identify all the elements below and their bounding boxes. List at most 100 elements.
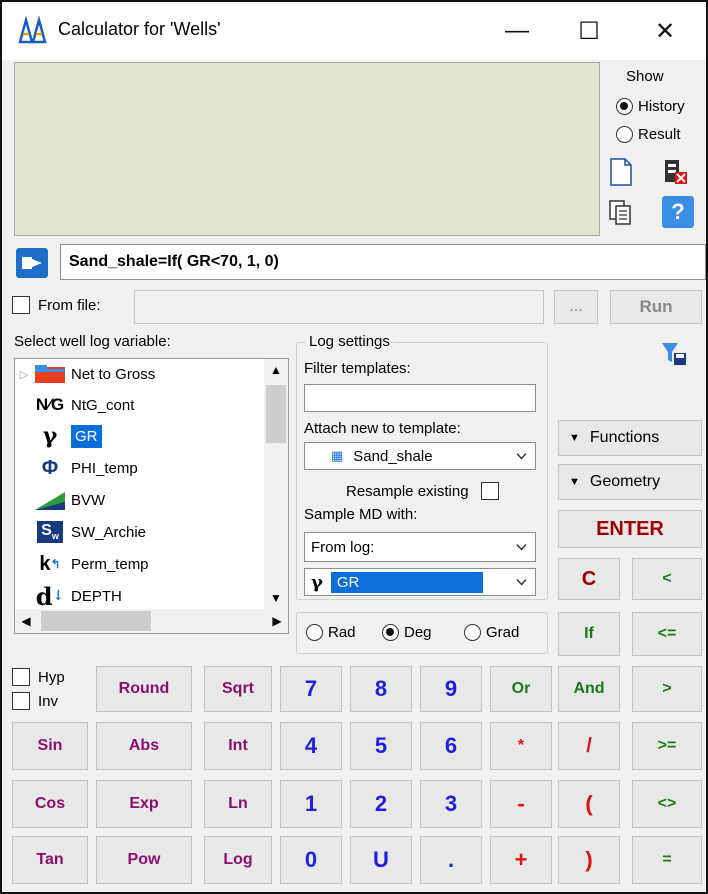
key-0[interactable]: 0 — [280, 836, 342, 884]
clear-button[interactable]: C — [558, 558, 620, 600]
result-radio[interactable]: Result — [616, 126, 681, 143]
from-file-checkbox[interactable]: From file: — [12, 296, 101, 314]
key-2[interactable]: 2 — [350, 780, 412, 828]
browse-button[interactable]: ... — [554, 290, 598, 324]
greater-equal-button[interactable]: >= — [632, 722, 702, 770]
minimize-button[interactable]: — — [490, 10, 544, 52]
tree-item-phi-temp[interactable]: Φ PHI_temp — [33, 453, 138, 483]
key-1[interactable]: 1 — [280, 780, 342, 828]
insert-formula-icon[interactable] — [16, 248, 48, 278]
resample-checkbox[interactable]: Resample existing — [346, 482, 499, 500]
grad-radio-dot[interactable] — [464, 624, 481, 641]
copy-icon[interactable] — [604, 196, 638, 230]
key-4[interactable]: 4 — [280, 722, 342, 770]
hyp-check[interactable] — [12, 668, 30, 686]
log-button[interactable]: Log — [204, 836, 272, 884]
log-select[interactable]: γ GR — [304, 568, 536, 596]
history-radio-dot[interactable] — [616, 98, 633, 115]
ln-button[interactable]: Ln — [204, 780, 272, 828]
right-paren-button[interactable]: ) — [558, 836, 620, 884]
scroll-up-icon[interactable]: ▲ — [264, 359, 288, 381]
attach-template-select[interactable]: ▦ Sand_shale — [304, 442, 536, 470]
geometry-dropdown[interactable]: ▼ Geometry — [558, 464, 702, 500]
filter-save-icon[interactable] — [658, 338, 690, 370]
deg-radio[interactable]: Deg — [382, 624, 432, 641]
less-equal-button[interactable]: <= — [632, 612, 702, 656]
key-9[interactable]: 9 — [420, 666, 482, 712]
tree-item-ntg-cont[interactable]: N⁄G NtG_cont — [33, 390, 135, 420]
tree-item-depth[interactable]: d ↓ DEPTH — [33, 581, 122, 611]
cos-button[interactable]: Cos — [12, 780, 88, 828]
tree-item-sw-archie[interactable]: Sw SW_Archie — [33, 517, 146, 547]
from-file-check[interactable] — [12, 296, 30, 314]
help-icon[interactable]: ? — [662, 196, 694, 228]
or-button[interactable]: Or — [490, 666, 552, 712]
left-paren-button[interactable]: ( — [558, 780, 620, 828]
maximize-button[interactable]: ☐ — [562, 10, 616, 52]
resample-check[interactable] — [480, 482, 499, 500]
rad-radio-dot[interactable] — [306, 624, 323, 641]
file-path-input[interactable] — [134, 290, 544, 324]
round-button[interactable]: Round — [96, 666, 192, 712]
key-5[interactable]: 5 — [350, 722, 412, 770]
clear-history-icon[interactable] — [658, 154, 692, 190]
sin-button[interactable]: Sin — [12, 722, 88, 770]
inv-check[interactable] — [12, 692, 30, 710]
functions-dropdown[interactable]: ▼ Functions — [558, 420, 702, 456]
not-equal-button[interactable]: <> — [632, 780, 702, 828]
tan-button[interactable]: Tan — [12, 836, 88, 884]
and-button[interactable]: And — [558, 666, 620, 712]
deg-radio-dot[interactable] — [382, 624, 399, 641]
undefined-button[interactable]: U — [350, 836, 412, 884]
key-7[interactable]: 7 — [280, 666, 342, 712]
tree-item-perm-temp[interactable]: k ↰ Perm_temp — [33, 549, 148, 579]
scroll-right-icon[interactable]: ▶ — [266, 609, 288, 633]
greater-than-button[interactable]: > — [632, 666, 702, 712]
vertical-scrollbar[interactable]: ▲ ▼ — [264, 359, 288, 609]
tree-item-gr[interactable]: γ GR — [33, 421, 102, 451]
key-8[interactable]: 8 — [350, 666, 412, 712]
equals-button[interactable]: = — [632, 836, 702, 884]
less-than-button[interactable]: < — [632, 558, 702, 600]
history-radio[interactable]: History — [616, 98, 685, 115]
decimal-button[interactable]: . — [420, 836, 482, 884]
scroll-left-icon[interactable]: ◀ — [15, 609, 37, 633]
exp-button[interactable]: Exp — [96, 780, 192, 828]
sample-md-select[interactable]: From log: — [304, 532, 536, 562]
geometry-label: Geometry — [589, 473, 661, 490]
template-icon: ▦ — [331, 448, 344, 463]
key-3[interactable]: 3 — [420, 780, 482, 828]
rad-radio[interactable]: Rad — [306, 624, 356, 641]
divide-button[interactable]: / — [558, 722, 620, 770]
deg-label: Deg — [404, 624, 432, 641]
multiply-button[interactable]: * — [490, 722, 552, 770]
key-6[interactable]: 6 — [420, 722, 482, 770]
sqrt-button[interactable]: Sqrt — [204, 666, 272, 712]
enter-button[interactable]: ENTER — [558, 510, 702, 548]
scroll-down-icon[interactable]: ▼ — [264, 587, 288, 609]
plus-button[interactable]: + — [490, 836, 552, 884]
result-radio-dot[interactable] — [616, 126, 633, 143]
hyp-checkbox[interactable]: Hyp — [12, 668, 65, 686]
tree-item-net-to-gross[interactable]: ▷ Net to Gross — [15, 359, 155, 389]
grad-radio[interactable]: Grad — [464, 624, 519, 641]
horizontal-scrollbar[interactable]: ◀ ▶ — [15, 609, 288, 633]
sample-md-value: From log: — [311, 538, 375, 556]
run-button[interactable]: Run — [610, 290, 702, 324]
abs-button[interactable]: Abs — [96, 722, 192, 770]
pow-button[interactable]: Pow — [96, 836, 192, 884]
if-button[interactable]: If — [558, 612, 620, 656]
new-document-icon[interactable] — [604, 154, 638, 190]
variable-tree[interactable]: ▷ Net to Gross N⁄G NtG_cont γ GR Φ PHI_t… — [14, 358, 289, 634]
close-button[interactable]: ✕ — [638, 10, 692, 52]
tree-item-bvw[interactable]: BVW — [33, 485, 105, 515]
hscroll-thumb[interactable] — [41, 611, 151, 631]
filter-templates-input[interactable] — [304, 384, 536, 412]
scroll-thumb[interactable] — [266, 385, 286, 443]
int-button[interactable]: Int — [204, 722, 272, 770]
minus-button[interactable]: - — [490, 780, 552, 828]
formula-input[interactable]: Sand_shale=If( GR<70, 1, 0) — [60, 244, 706, 280]
expand-arrow-icon[interactable]: ▷ — [15, 368, 33, 381]
inv-checkbox[interactable]: Inv — [12, 692, 58, 710]
history-radio-label: History — [638, 98, 685, 115]
